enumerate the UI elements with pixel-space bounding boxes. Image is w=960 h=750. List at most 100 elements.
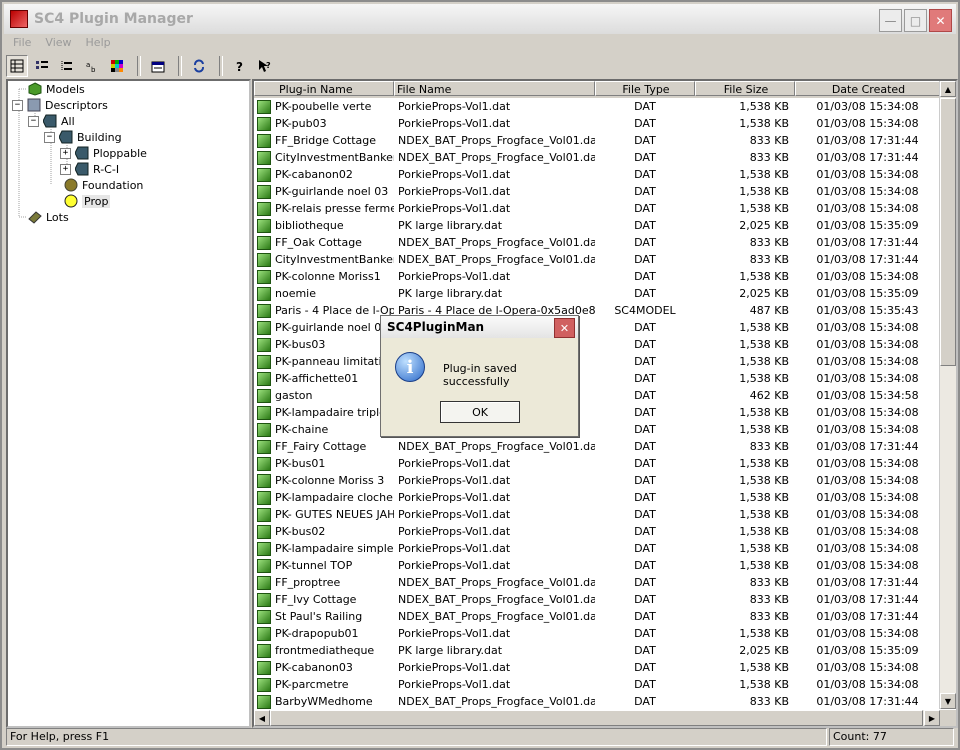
tree-item-ploppable[interactable]: + Ploppable: [60, 145, 147, 161]
table-row[interactable]: PK-pub03 PorkieProps-Vol1.dat DAT 1,538 KB 0…: [254, 115, 940, 132]
table-row[interactable]: BarbyWMedhome NDEX_BAT_Props_Frogface_Vol…: [254, 693, 940, 710]
table-row[interactable]: PK- GUTES NEUES JAHR PorkieProps-Vol1.dat…: [254, 506, 940, 523]
column-plugin-name[interactable]: Plug-in Name: [254, 81, 394, 96]
tree-item-lots[interactable]: Lots: [28, 209, 69, 225]
cell-date-created: 01/03/08 15:35:09: [816, 219, 919, 232]
table-row[interactable]: FF_Bridge Cottage NDEX_BAT_Props_Frogface…: [254, 132, 940, 149]
context-help-button[interactable]: ?: [254, 55, 276, 77]
maximize-button[interactable]: □: [904, 9, 927, 32]
vertical-scrollbar[interactable]: ▲ ▼: [939, 81, 956, 709]
table-row[interactable]: PK-lampadaire simple PorkieProps-Vol1.dat…: [254, 540, 940, 557]
cell-file-type: DAT: [634, 508, 656, 521]
table-row[interactable]: CityInvestmentBanker3 NDEX_BAT_Props_Frog…: [254, 251, 940, 268]
table-row[interactable]: PK-relais presse ferme PorkieProps-Vol1.d…: [254, 200, 940, 217]
close-button[interactable]: ✕: [929, 9, 952, 32]
table-row[interactable]: PK-bus01 PorkieProps-Vol1.dat DAT 1,538 KB 0…: [254, 455, 940, 472]
column-date-created[interactable]: Date Created: [795, 81, 940, 96]
dialog-title-bar[interactable]: SC4PluginMan: [381, 316, 578, 338]
category-tree[interactable]: Models − Descriptors − All − Building + …: [6, 79, 251, 728]
plugin-cube-icon: [257, 626, 271, 641]
table-row[interactable]: PK-cabanon02 PorkieProps-Vol1.dat DAT 1,538…: [254, 166, 940, 183]
table-row[interactable]: noemie PK large library.dat DAT 2,025 KB 01/…: [254, 285, 940, 302]
refresh-button[interactable]: [188, 55, 210, 77]
column-file-type[interactable]: File Type: [595, 81, 695, 96]
collapse-icon[interactable]: −: [28, 115, 39, 127]
vertical-scroll-thumb[interactable]: [940, 98, 956, 366]
cell-plugin-name: FF_Bridge Cottage: [254, 133, 394, 148]
cell-plugin-name: BarbyWMedhome: [254, 694, 394, 709]
table-row[interactable]: PK-cabanon03 PorkieProps-Vol1.dat DAT 1,538…: [254, 659, 940, 676]
table-row[interactable]: PK-colonne Moriss 3 PorkieProps-Vol1.dat D…: [254, 472, 940, 489]
cell-plugin-name: PK-colonne Moriss1: [254, 269, 394, 284]
table-row[interactable]: PK-lampadaire cloche ... PorkieProps-Vol1…: [254, 489, 940, 506]
expand-icon[interactable]: +: [60, 147, 71, 159]
table-row[interactable]: FF_Fairy Cottage NDEX_BAT_Props_Frogface_…: [254, 438, 940, 455]
help-button[interactable]: ?: [229, 55, 251, 77]
table-row[interactable]: PK-colonne Moriss1 PorkieProps-Vol1.dat DA…: [254, 268, 940, 285]
table-row[interactable]: gaston DAT 462 KB 01/03/08 15:34:58: [254, 387, 940, 404]
details-view-button[interactable]: ab: [81, 55, 103, 77]
table-row[interactable]: CityInvestmentBanker2 NDEX_BAT_Props_Frog…: [254, 149, 940, 166]
tree-item-all[interactable]: − All: [28, 113, 75, 129]
table-row[interactable]: PK-poubelle verte PorkieProps-Vol1.dat DAT…: [254, 98, 940, 115]
scroll-right-arrow-icon[interactable]: ▶: [924, 710, 940, 726]
title-bar[interactable]: SC4 Plugin Manager — □ ✕: [4, 4, 956, 34]
column-file-size[interactable]: File Size: [695, 81, 795, 96]
properties-button[interactable]: [147, 55, 169, 77]
cell-date-created: 01/03/08 15:34:08: [816, 491, 919, 504]
minimize-button[interactable]: —: [879, 9, 902, 32]
collapse-icon[interactable]: −: [44, 131, 55, 143]
color-grid-button[interactable]: [106, 55, 128, 77]
horizontal-scroll-thumb[interactable]: [270, 710, 923, 726]
menu-file[interactable]: File: [6, 34, 38, 52]
table-row[interactable]: FF_proptree NDEX_BAT_Props_Frogface_Vol01…: [254, 574, 940, 591]
table-row[interactable]: bibliotheque PK large library.dat DAT 2,025…: [254, 217, 940, 234]
tree-item-models[interactable]: Models: [28, 81, 85, 97]
table-row[interactable]: PK-chaine DAT 1,538 KB 01/03/08 15:34:08: [254, 421, 940, 438]
table-row[interactable]: PK-guirlande noel 02 DAT 1,538 KB 01/03/08 …: [254, 319, 940, 336]
menu-help[interactable]: Help: [79, 34, 118, 52]
table-row[interactable]: FF_Ivy Cottage NDEX_BAT_Props_Frogface_Vo…: [254, 591, 940, 608]
plugin-list[interactable]: Plug-in Name File Name File Type File Si…: [252, 79, 958, 728]
table-row[interactable]: PK-bus02 PorkieProps-Vol1.dat DAT 1,538 KB 0…: [254, 523, 940, 540]
table-row[interactable]: PK-affichette01 DAT 1,538 KB 01/03/08 15:34…: [254, 370, 940, 387]
dialog-close-button[interactable]: ✕: [554, 318, 575, 338]
tree-item-descriptors[interactable]: − Descriptors: [12, 97, 108, 113]
tree-item-foundation[interactable]: Foundation: [64, 177, 143, 193]
horizontal-scrollbar[interactable]: ◀ ▶: [254, 710, 940, 726]
plugin-cube-icon: [257, 201, 271, 216]
table-row[interactable]: PK-guirlande noel 03 PorkieProps-Vol1.dat…: [254, 183, 940, 200]
cell-file-size: 1,538 KB: [739, 406, 789, 419]
table-row[interactable]: PK-parcmetre PorkieProps-Vol1.dat DAT 1,538…: [254, 676, 940, 693]
table-row[interactable]: St Paul's Railing NDEX_BAT_Props_Frogface…: [254, 608, 940, 625]
scroll-down-arrow-icon[interactable]: ▼: [940, 693, 956, 709]
table-row[interactable]: PK-panneau limitation50 DAT 1,538 KB 01/03/…: [254, 353, 940, 370]
table-row[interactable]: frontmediatheque PK large library.dat DAT 2…: [254, 642, 940, 659]
table-row[interactable]: PK-drapopub01 PorkieProps-Vol1.dat DAT 1,53…: [254, 625, 940, 642]
app-icon[interactable]: [10, 10, 28, 28]
cell-file-type: DAT: [634, 253, 656, 266]
expand-icon[interactable]: +: [60, 163, 71, 175]
scroll-left-arrow-icon[interactable]: ◀: [254, 710, 270, 726]
table-row[interactable]: FF_Oak Cottage NDEX_BAT_Props_Frogface_Vo…: [254, 234, 940, 251]
table-row[interactable]: PK-bus03 DAT 1,538 KB 01/03/08 15:34:08: [254, 336, 940, 353]
cell-plugin-name: FF_Ivy Cottage: [254, 592, 394, 607]
scroll-up-arrow-icon[interactable]: ▲: [940, 81, 956, 97]
cell-date-created: 01/03/08 15:34:58: [816, 389, 919, 402]
cell-file-type: DAT: [634, 491, 656, 504]
small-icons-view-button[interactable]: [31, 55, 53, 77]
table-row[interactable]: Paris - 4 Place de l-Op... Paris - 4 Plac…: [254, 302, 940, 319]
tree-item-prop[interactable]: Prop: [64, 193, 111, 209]
cell-file-name: PK large library.dat: [398, 287, 503, 300]
tree-item-building[interactable]: − Building: [44, 129, 122, 145]
ok-button[interactable]: OK: [440, 401, 520, 423]
table-row[interactable]: PK-tunnel TOP PorkieProps-Vol1.dat DAT 1,53…: [254, 557, 940, 574]
list-view-button[interactable]: [56, 55, 78, 77]
tree-item-rci[interactable]: + R-C-I: [60, 161, 119, 177]
collapse-icon[interactable]: −: [12, 99, 23, 111]
column-file-name[interactable]: File Name: [394, 81, 595, 96]
menu-view[interactable]: View: [38, 34, 78, 52]
large-icons-view-button[interactable]: [6, 55, 28, 77]
table-row[interactable]: PK-lampadaire triple DAT 1,538 KB 01/03/08 …: [254, 404, 940, 421]
plugin-cube-icon: [257, 575, 271, 590]
